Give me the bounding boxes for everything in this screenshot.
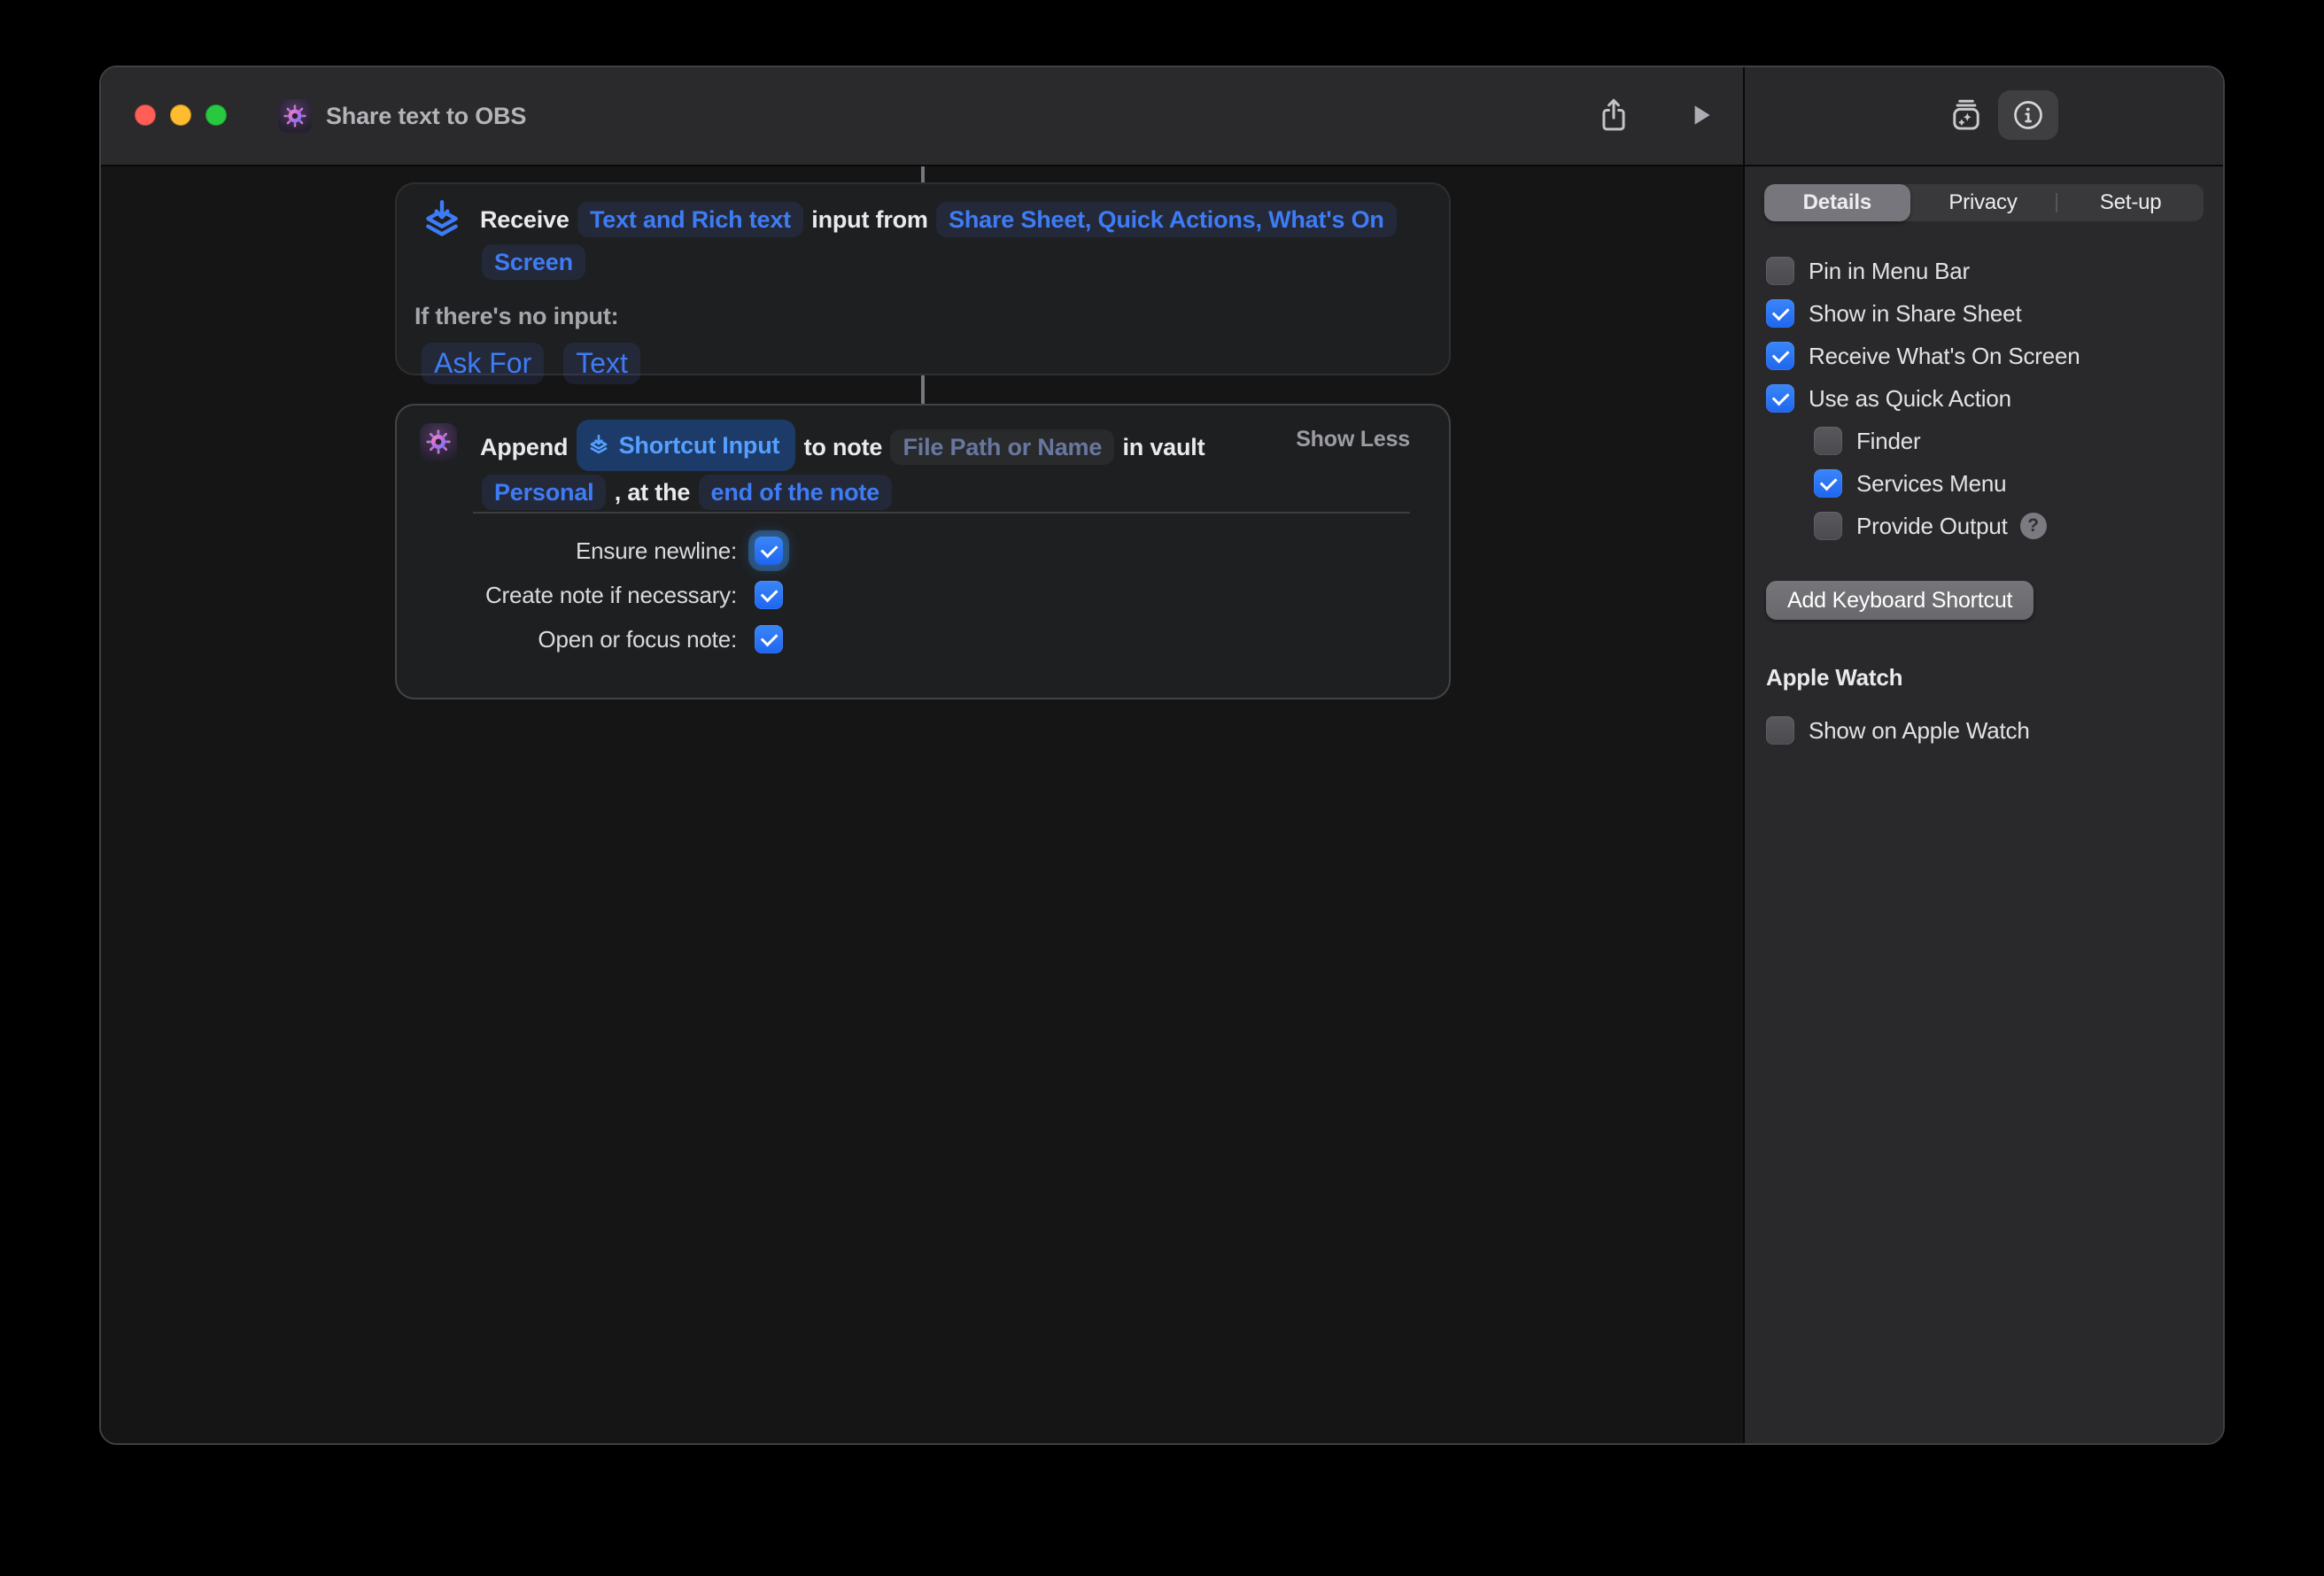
play-icon bbox=[1685, 100, 1716, 130]
add-keyboard-shortcut-button[interactable]: Add Keyboard Shortcut bbox=[1766, 581, 2034, 620]
action-verb: Append bbox=[480, 434, 568, 460]
option-show-on-apple-watch: Show on Apple Watch bbox=[1766, 709, 2202, 752]
connector-line bbox=[921, 166, 925, 182]
option-services-menu: Services Menu bbox=[1766, 462, 2202, 505]
action-verb: Receive bbox=[480, 206, 569, 233]
close-button[interactable] bbox=[135, 104, 156, 126]
receive-whats-on-screen-checkbox[interactable] bbox=[1766, 342, 1794, 370]
inspector-sidebar: Details Privacy Set-up Pin in Menu Bar S… bbox=[1743, 67, 2223, 1443]
obsidian-action-icon bbox=[420, 423, 457, 460]
param-row-create-note: Create note if necessary: bbox=[397, 581, 1449, 609]
option-provide-output: Provide Output ? bbox=[1766, 505, 2202, 547]
action-library-button[interactable] bbox=[1940, 90, 1993, 140]
apple-watch-options: Show on Apple Watch bbox=[1745, 709, 2223, 752]
option-label: Services Menu bbox=[1856, 470, 2006, 498]
window-title: Share text to OBS bbox=[326, 103, 526, 130]
open-focus-note-checkbox[interactable] bbox=[755, 625, 783, 653]
param-label: Create note if necessary: bbox=[471, 582, 737, 609]
option-show-in-share-sheet: Show in Share Sheet bbox=[1766, 292, 2202, 335]
workflow-canvas: Receive Text and Rich text input from Sh… bbox=[101, 166, 1743, 1443]
minimize-button[interactable] bbox=[170, 104, 191, 126]
desktop: Share text to OBS bbox=[0, 0, 2324, 1576]
tab-details[interactable]: Details bbox=[1764, 184, 1910, 221]
action-text: , at the bbox=[615, 479, 690, 506]
shortcut-app-icon bbox=[278, 99, 312, 133]
finder-checkbox[interactable] bbox=[1814, 427, 1842, 455]
receive-input-stack-icon bbox=[587, 434, 610, 457]
option-finder: Finder bbox=[1766, 420, 2202, 462]
ensure-newline-checkbox[interactable] bbox=[755, 537, 783, 565]
vault-token[interactable]: Personal bbox=[482, 475, 606, 510]
param-label: Ensure newline: bbox=[471, 537, 737, 565]
option-label: Show on Apple Watch bbox=[1809, 717, 2030, 745]
tab-setup[interactable]: Set-up bbox=[2057, 184, 2204, 221]
provide-output-checkbox[interactable] bbox=[1814, 512, 1842, 540]
option-use-as-quick-action: Use as Quick Action bbox=[1766, 377, 2202, 420]
show-on-apple-watch-checkbox[interactable] bbox=[1766, 716, 1794, 745]
action-library-icon bbox=[1947, 96, 1986, 135]
tab-privacy[interactable]: Privacy bbox=[1910, 184, 2057, 221]
sidebar-toolbar bbox=[1745, 67, 2223, 166]
no-input-behavior-token[interactable]: Ask For bbox=[422, 343, 544, 384]
gear-icon bbox=[425, 429, 452, 455]
ask-type-token[interactable]: Text bbox=[563, 343, 640, 384]
card-divider bbox=[473, 512, 1410, 514]
input-types-token[interactable]: Text and Rich text bbox=[577, 202, 803, 237]
action-card-receive-input[interactable]: Receive Text and Rich text input from Sh… bbox=[395, 182, 1451, 375]
action-text: input from bbox=[811, 206, 927, 233]
use-as-quick-action-checkbox[interactable] bbox=[1766, 384, 1794, 413]
action-text: in vault bbox=[1122, 434, 1205, 460]
note-path-token[interactable]: File Path or Name bbox=[890, 429, 1114, 465]
pin-in-menu-bar-checkbox[interactable] bbox=[1766, 257, 1794, 285]
param-row-open-note: Open or focus note: bbox=[397, 625, 1449, 653]
shortcut-input-variable-token[interactable]: Shortcut Input bbox=[577, 420, 796, 471]
receive-input-stack-icon bbox=[420, 198, 464, 243]
option-pin-in-menu-bar: Pin in Menu Bar bbox=[1766, 250, 2202, 292]
toggle-inspector-button[interactable] bbox=[1998, 90, 2058, 140]
run-shortcut-button[interactable] bbox=[1679, 94, 1722, 136]
option-label: Receive What's On Screen bbox=[1809, 343, 2080, 370]
inspector-tabs: Details Privacy Set-up bbox=[1762, 182, 2205, 223]
no-input-label: If there's no input: bbox=[414, 303, 1449, 330]
param-label: Open or focus note: bbox=[471, 626, 737, 653]
show-in-share-sheet-checkbox[interactable] bbox=[1766, 299, 1794, 328]
action-parameters: Ensure newline: Create note if necessary… bbox=[397, 537, 1449, 669]
titlebar: Share text to OBS bbox=[101, 67, 1743, 166]
create-note-checkbox[interactable] bbox=[755, 581, 783, 609]
details-options: Pin in Menu Bar Show in Share Sheet Rece… bbox=[1745, 250, 2223, 547]
option-label: Pin in Menu Bar bbox=[1809, 258, 1970, 285]
variable-token-label: Shortcut Input bbox=[619, 424, 780, 467]
option-label: Use as Quick Action bbox=[1809, 385, 2011, 413]
help-icon[interactable]: ? bbox=[2020, 513, 2047, 539]
info-circle-icon bbox=[2010, 97, 2046, 133]
option-receive-whats-on-screen: Receive What's On Screen bbox=[1766, 335, 2202, 377]
action-sentence: Receive Text and Rich text input from Sh… bbox=[480, 198, 1424, 283]
share-button[interactable] bbox=[1592, 94, 1635, 136]
apple-watch-heading: Apple Watch bbox=[1766, 664, 2223, 691]
action-card-append-note[interactable]: Show Less Append Shortcut Input to note … bbox=[395, 404, 1451, 699]
gear-icon bbox=[283, 104, 307, 128]
option-label: Provide Output bbox=[1856, 513, 2008, 540]
action-sentence: Append Shortcut Input to note File Path … bbox=[480, 420, 1254, 514]
action-text: to note bbox=[804, 434, 883, 460]
option-label: Finder bbox=[1856, 428, 1921, 455]
traffic-lights bbox=[135, 104, 227, 126]
option-label: Show in Share Sheet bbox=[1809, 300, 2021, 328]
param-row-ensure-newline: Ensure newline: bbox=[397, 537, 1449, 565]
show-less-button[interactable]: Show Less bbox=[1296, 427, 1410, 452]
share-export-icon bbox=[1597, 97, 1631, 134]
shortcuts-editor-window: Share text to OBS bbox=[99, 66, 2225, 1445]
append-position-token[interactable]: end of the note bbox=[699, 475, 892, 510]
services-menu-checkbox[interactable] bbox=[1814, 469, 1842, 498]
zoom-button[interactable] bbox=[205, 104, 227, 126]
